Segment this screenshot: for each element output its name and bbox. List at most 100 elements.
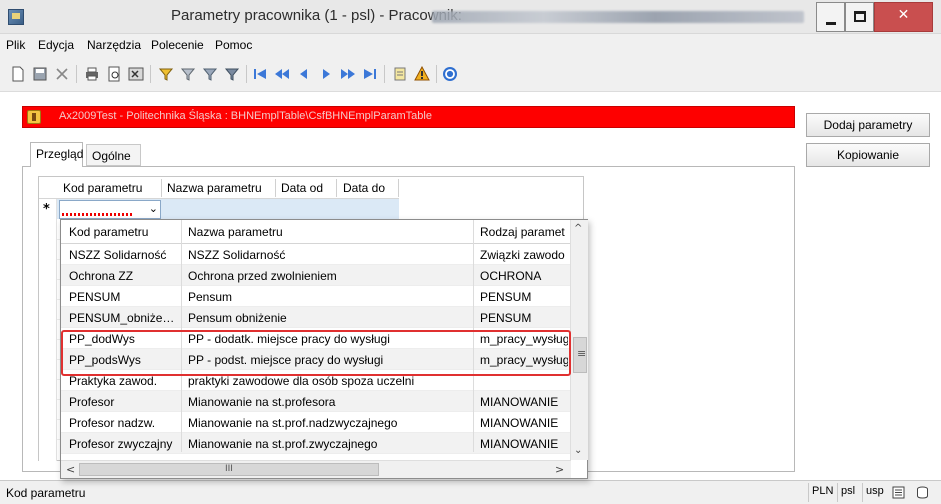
cylinder-icon[interactable] <box>916 486 929 499</box>
help-icon[interactable] <box>442 66 458 82</box>
next-page-icon[interactable] <box>340 66 356 82</box>
status-currency[interactable]: PLN <box>808 483 836 502</box>
scrollbar-thumb[interactable]: ≡ <box>573 337 587 373</box>
lookup-cell-type: MIANOWANIE <box>480 395 559 409</box>
column-divider[interactable] <box>336 179 337 197</box>
lookup-cell-type: PENSUM <box>480 311 532 325</box>
lookup-cell-type: MIANOWANIE <box>480 437 559 451</box>
add-parameters-button[interactable]: Dodaj parametry <box>806 113 930 137</box>
next-record-icon[interactable] <box>318 66 334 82</box>
column-header-date-to[interactable]: Data do <box>343 181 385 195</box>
lookup-cell-type: MIANOWANIE <box>480 416 559 430</box>
lookup-cell-code: PENSUM <box>69 290 121 304</box>
status-text: Kod parametru <box>6 486 86 500</box>
toolbar <box>0 58 941 92</box>
lookup-cell-name: Ochrona przed zwolnieniem <box>188 269 337 283</box>
minimize-icon <box>826 22 836 25</box>
alert-icon[interactable] <box>414 66 430 82</box>
scroll-up-icon[interactable]: ^ <box>574 223 582 234</box>
scrollbar-thumb[interactable]: III <box>79 463 379 476</box>
lookup-cell-code: PENSUM_obniże… <box>69 311 175 325</box>
application-icon[interactable] <box>8 9 24 25</box>
scroll-left-icon[interactable]: < <box>66 463 75 476</box>
lookup-cell-code: Profesor <box>69 395 115 409</box>
grip-icon: III <box>225 464 233 474</box>
menu-file[interactable]: Plik <box>6 38 25 52</box>
lookup-vertical-scrollbar[interactable]: ^ ≡ ⌄ <box>570 220 588 460</box>
menu-help[interactable]: Pomoc <box>215 38 252 52</box>
lookup-column-param-name[interactable]: Nazwa parametru <box>188 225 283 239</box>
print-icon[interactable] <box>84 66 100 82</box>
database-icon[interactable] <box>892 486 905 499</box>
close-button[interactable]: ✕ <box>874 2 933 32</box>
lookup-cell-name: Mianowanie na st.profesora <box>188 395 336 409</box>
lookup-row[interactable]: Ochrona ZZ Ochrona przed zwolnieniem OCHRO… <box>61 265 571 286</box>
scroll-down-icon[interactable]: ⌄ <box>574 445 582 456</box>
attachment-icon[interactable] <box>392 66 408 82</box>
filter-by-selection-icon[interactable] <box>158 66 174 82</box>
grid-header: Kod parametru Nazwa parametru Data od Da… <box>39 177 399 199</box>
close-icon: ✕ <box>897 7 910 23</box>
toolbar-separator <box>384 65 385 83</box>
first-record-icon[interactable] <box>252 66 268 82</box>
tab-overview[interactable]: Przegląd <box>30 142 83 167</box>
save-icon[interactable] <box>32 66 48 82</box>
status-company[interactable]: psl <box>837 483 858 502</box>
lookup-row[interactable]: Profesor Mianowanie na st.profesora MIANOW… <box>61 391 571 412</box>
minimize-button[interactable] <box>816 2 845 32</box>
maximize-button[interactable] <box>845 2 874 32</box>
window-title: Parametry pracownika (1 - psl) - Pracown… <box>171 7 462 24</box>
scroll-right-icon[interactable]: > <box>555 463 564 476</box>
clear-filter-icon[interactable] <box>224 66 240 82</box>
toolbar-separator <box>76 65 77 83</box>
lookup-row[interactable]: PENSUM Pensum PENSUM <box>61 286 571 307</box>
lookup-row[interactable]: Profesor nadzw. Mianowanie na st.prof.nad… <box>61 412 571 433</box>
chevron-down-icon[interactable]: ⌄ <box>149 202 158 215</box>
status-bar: Kod parametru PLN psl usp <box>0 480 941 504</box>
lookup-column-param-code[interactable]: Kod parametru <box>69 225 148 239</box>
delete-icon[interactable] <box>54 66 70 82</box>
menu-tools[interactable]: Narzędzia <box>87 38 141 52</box>
lookup-header: Kod parametru Nazwa parametru Rodzaj par… <box>61 220 571 244</box>
lookup-cell-type: PENSUM <box>480 290 532 304</box>
advanced-filter-icon[interactable] <box>202 66 218 82</box>
row-selector-column <box>39 199 57 461</box>
lookup-cell-name: Pensum obniżenie <box>188 311 287 325</box>
lookup-cell-type: OCHRONA <box>480 269 542 283</box>
grip-icon: ≡ <box>577 347 587 360</box>
status-layer[interactable]: usp <box>862 483 887 502</box>
filter-by-field-icon[interactable] <box>180 66 196 82</box>
lookup-column-param-type[interactable]: Rodzaj paramet <box>480 225 565 239</box>
title-bar: Parametry pracownika (1 - psl) - Pracown… <box>0 0 941 34</box>
lookup-horizontal-scrollbar[interactable]: < III > <box>61 460 571 478</box>
column-header-date-from[interactable]: Data od <box>281 181 323 195</box>
redacted-employee-name <box>432 11 804 23</box>
column-header-param-code[interactable]: Kod parametru <box>63 181 142 195</box>
copy-button[interactable]: Kopiowanie <box>806 143 930 167</box>
menu-command[interactable]: Polecenie <box>151 38 204 52</box>
lookup-cell-name: Pensum <box>188 290 233 304</box>
column-divider[interactable] <box>398 179 399 197</box>
tab-general[interactable]: Ogólne <box>86 144 141 166</box>
column-divider[interactable] <box>275 179 276 197</box>
lookup-row[interactable]: Profesor zwyczajny Mianowanie na st.prof.… <box>61 433 571 454</box>
lookup-cell-code: Profesor nadzw. <box>69 416 156 430</box>
print-preview-icon[interactable] <box>106 66 122 82</box>
previous-page-icon[interactable] <box>274 66 290 82</box>
param-code-combobox[interactable]: ⌄ <box>59 200 161 219</box>
company-icon <box>27 110 41 124</box>
lookup-row[interactable]: PENSUM_obniże… Pensum obniżenie PENSUM <box>61 307 571 328</box>
toolbar-separator <box>436 65 437 83</box>
previous-record-icon[interactable] <box>296 66 312 82</box>
lookup-cell-code: Profesor zwyczajny <box>69 437 173 451</box>
column-divider[interactable] <box>161 179 162 197</box>
menu-edit[interactable]: Edycja <box>38 38 74 52</box>
last-record-icon[interactable] <box>362 66 378 82</box>
column-header-param-name[interactable]: Nazwa parametru <box>167 181 262 195</box>
lookup-row[interactable]: NSZZ Solidarność NSZZ Solidarność Związki … <box>61 244 571 265</box>
new-icon[interactable] <box>10 66 26 82</box>
excel-icon[interactable] <box>128 66 144 82</box>
new-row-marker: * <box>43 202 50 217</box>
maximize-icon <box>854 11 866 22</box>
highlight-box <box>61 330 571 376</box>
